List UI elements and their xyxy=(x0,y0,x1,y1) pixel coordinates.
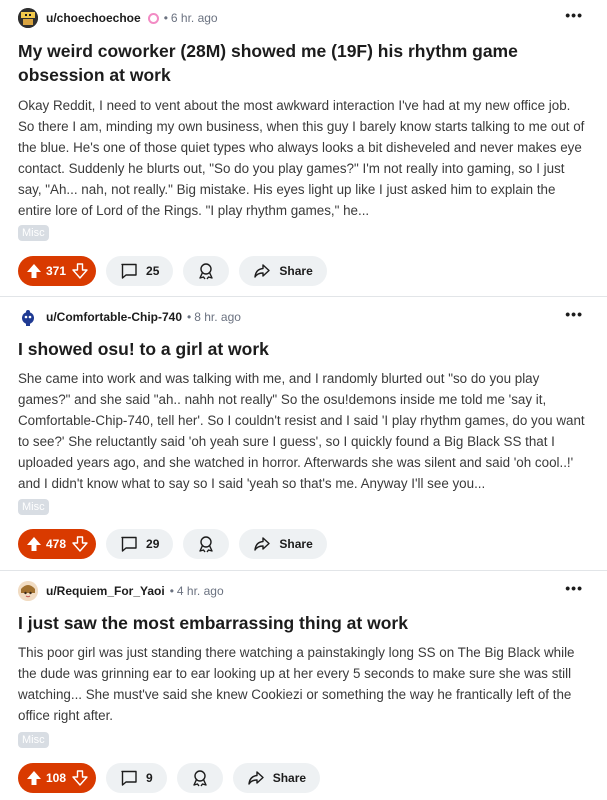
comment-count: 25 xyxy=(146,264,160,278)
downvote-arrow-icon[interactable] xyxy=(72,770,88,786)
award-button[interactable] xyxy=(183,529,230,559)
avatar[interactable] xyxy=(18,581,38,601)
comments-button[interactable]: 25 xyxy=(106,256,174,286)
share-button[interactable]: Share xyxy=(232,763,321,793)
separator: • xyxy=(169,584,174,598)
post-title[interactable]: I showed osu! to a girl at work xyxy=(18,337,588,361)
post-body[interactable]: She came into work and was talking with … xyxy=(18,368,588,494)
award-ribbon-icon xyxy=(197,262,215,280)
share-arrow-icon xyxy=(253,535,271,553)
comment-count: 9 xyxy=(146,771,153,785)
vote-control: 478 xyxy=(18,529,97,559)
post-body[interactable]: This poor girl was just standing there w… xyxy=(18,642,588,726)
upvote-arrow-icon[interactable] xyxy=(26,770,42,786)
post-flair-badge[interactable]: Misc xyxy=(18,732,49,748)
post-flair-badge[interactable]: Misc xyxy=(18,225,49,241)
author-name[interactable]: u/Comfortable-Chip-740 xyxy=(46,310,182,324)
post-card[interactable]: u/choechoechoe • 6 hr. ago ••• My weird … xyxy=(0,6,607,296)
post-divider xyxy=(0,570,607,571)
share-arrow-icon xyxy=(247,769,265,787)
award-button[interactable] xyxy=(183,256,230,286)
share-button[interactable]: Share xyxy=(239,529,327,559)
post-timestamp: 8 hr. ago xyxy=(194,310,241,324)
post-body[interactable]: Okay Reddit, I need to vent about the mo… xyxy=(18,95,588,221)
author-name[interactable]: u/choechoechoe xyxy=(46,11,141,25)
post-timestamp: 4 hr. ago xyxy=(176,584,224,598)
comment-bubble-icon xyxy=(120,769,138,787)
author-name[interactable]: u/Requiem_For_Yaoi xyxy=(46,584,165,598)
upvote-arrow-icon[interactable] xyxy=(26,263,42,279)
more-options-icon[interactable]: ••• xyxy=(565,307,583,321)
upvote-arrow-icon[interactable] xyxy=(26,536,42,552)
post-meta: u/choechoechoe • 6 hr. ago xyxy=(18,6,218,30)
post-flair-badge[interactable]: Misc xyxy=(18,499,49,515)
vote-control: 371 xyxy=(18,256,97,286)
post-meta: u/Comfortable-Chip-740 • 8 hr. ago xyxy=(18,305,241,329)
separator: • xyxy=(187,310,192,324)
post-actions: 108 9 Share xyxy=(18,763,321,793)
more-options-icon[interactable]: ••• xyxy=(565,581,583,595)
more-options-icon[interactable]: ••• xyxy=(565,8,583,22)
vote-count: 108 xyxy=(46,771,67,785)
post-divider xyxy=(0,296,607,297)
comment-bubble-icon xyxy=(120,535,138,553)
downvote-arrow-icon[interactable] xyxy=(72,263,88,279)
share-label: Share xyxy=(279,537,313,551)
separator: • xyxy=(163,11,168,25)
post-title[interactable]: My weird coworker (28M) showed me (19F) … xyxy=(18,39,588,87)
post-timestamp: 6 hr. ago xyxy=(170,11,218,25)
share-arrow-icon xyxy=(253,262,271,280)
award-ribbon-icon xyxy=(191,769,209,787)
vote-count: 478 xyxy=(46,537,67,551)
comment-bubble-icon xyxy=(120,262,138,280)
post-actions: 478 29 Share xyxy=(18,529,327,559)
post-actions: 371 25 Share xyxy=(18,256,327,286)
vote-count: 371 xyxy=(46,264,67,278)
share-label: Share xyxy=(272,771,307,785)
comments-button[interactable]: 9 xyxy=(106,763,167,793)
award-button[interactable] xyxy=(176,763,223,793)
avatar[interactable] xyxy=(18,307,38,327)
post-meta: u/Requiem_For_Yaoi • 4 hr. ago xyxy=(18,579,224,603)
avatar[interactable] xyxy=(18,8,38,28)
share-label: Share xyxy=(279,264,313,278)
downvote-arrow-icon[interactable] xyxy=(72,536,88,552)
vote-control: 108 xyxy=(18,763,97,793)
comment-count: 29 xyxy=(146,537,160,551)
comments-button[interactable]: 29 xyxy=(106,529,174,559)
share-button[interactable]: Share xyxy=(239,256,327,286)
post-card[interactable]: u/Comfortable-Chip-740 • 8 hr. ago ••• I… xyxy=(0,305,607,570)
post-feed: u/choechoechoe • 6 hr. ago ••• My weird … xyxy=(0,0,607,800)
user-flair-icon xyxy=(147,12,159,24)
post-title[interactable]: I just saw the most embarrassing thing a… xyxy=(18,611,588,635)
post-card[interactable]: u/Requiem_For_Yaoi • 4 hr. ago ••• I jus… xyxy=(0,579,607,800)
award-ribbon-icon xyxy=(197,535,215,553)
